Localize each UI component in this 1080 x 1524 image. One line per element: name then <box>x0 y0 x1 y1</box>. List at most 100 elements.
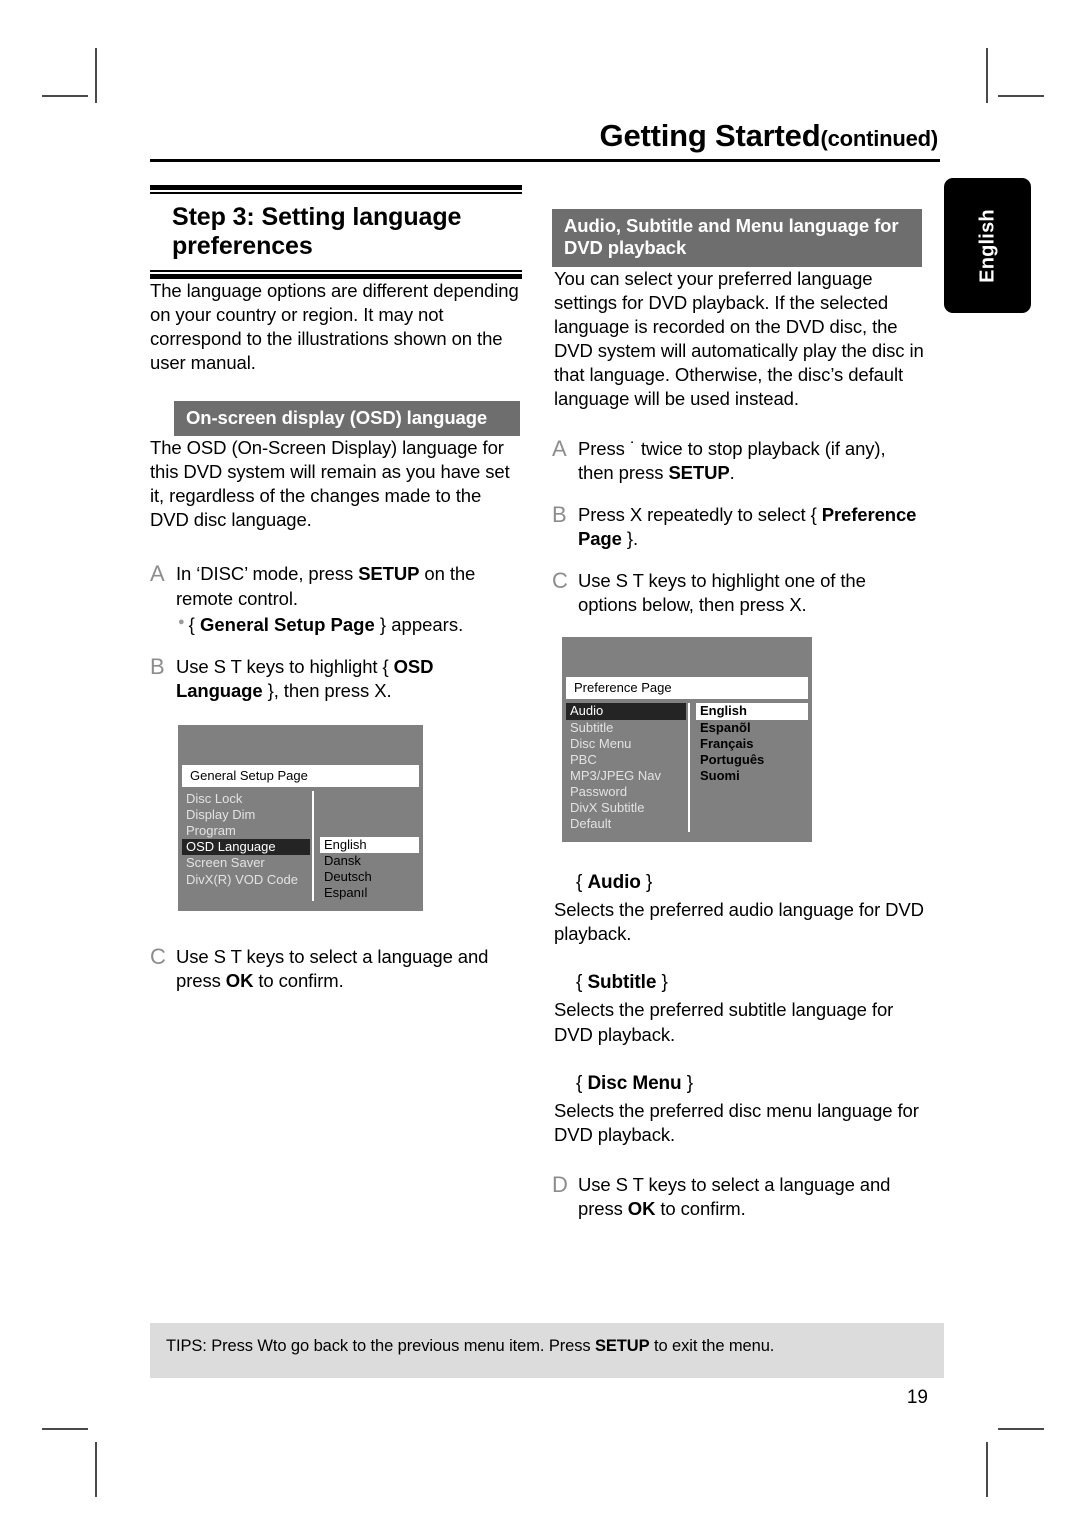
crop-mark-top-left-horizontal <box>42 95 88 97</box>
osd-menu-item[interactable]: Password <box>566 784 686 800</box>
osd-title-general: General Setup Page <box>182 764 419 787</box>
right-step-b-text-2: }. <box>621 528 638 550</box>
osd-menu-item[interactable]: Subtitle <box>566 720 686 736</box>
osd-title-preference: Preference Page <box>566 677 808 700</box>
definition-disc-menu-bold: Disc Menu <box>587 1072 682 1094</box>
osd-body-general: Disc Lock Display Dim Program OSD Langua… <box>178 787 423 911</box>
tips-text-1: Press Wto go back to the previous menu i… <box>206 1337 595 1355</box>
osd-language-section-bar: On-screen display (OSD) language <box>174 400 520 437</box>
osd-menu-item[interactable]: MP3/JPEG Nav <box>566 768 686 784</box>
definition-audio-term: { Audio } <box>552 872 924 894</box>
osd-menu-item[interactable]: DivX Subtitle <box>566 800 686 816</box>
bullet-icon: ● <box>178 615 185 628</box>
osd-menu-list-general: Disc Lock Display Dim Program OSD Langua… <box>182 790 314 902</box>
osd-menu-item-selected[interactable]: Audio <box>566 703 686 720</box>
osd-menu-item[interactable]: PBC <box>566 752 686 768</box>
osd-option-highlighted[interactable]: English <box>320 836 419 854</box>
right-step-b: B Press X repeatedly to select { Prefere… <box>552 502 924 551</box>
right-step-c: C Use S T keys to highlight one of the o… <box>552 568 924 617</box>
left-step-c-text-2: to confirm. <box>253 970 344 992</box>
language-side-tab-label: English <box>976 208 998 283</box>
crop-mark-bottom-right-vertical <box>986 1442 988 1497</box>
right-step-d-bold: OK <box>627 1197 656 1219</box>
osd-menu-item[interactable]: Display Dim <box>182 807 310 823</box>
left-intro-paragraph: The language options are different depen… <box>150 279 519 373</box>
right-step-a-letter: A <box>552 435 567 461</box>
definition-subtitle-bold: Subtitle <box>587 972 657 994</box>
left-step-b-letter: B <box>150 653 165 679</box>
definition-disc-menu-desc: Selects the preferred disc menu language… <box>554 1099 919 1145</box>
left-step-b-text-1: Use S T keys to highlight { <box>176 655 394 677</box>
right-step-d-text: Use S T keys to select a language and pr… <box>578 1173 924 1221</box>
osd-language-intro-paragraph: The OSD (On-Screen Display) language for… <box>150 437 510 531</box>
osd-option[interactable]: Français <box>696 736 808 752</box>
left-step-a-letter: A <box>150 561 165 587</box>
right-step-d: D Use S T keys to select a language and … <box>552 1172 924 1221</box>
definition-disc-menu-open: { <box>576 1072 588 1094</box>
osd-option[interactable]: Deutsch <box>320 869 419 885</box>
osd-option[interactable]: Português <box>696 752 808 768</box>
crop-mark-bottom-right-horizontal <box>998 1428 1044 1430</box>
osd-option-list-preference: English Espanõl Français Português Suomi <box>690 703 808 832</box>
osd-menu-item[interactable]: DivX(R) VOD Code <box>182 872 310 888</box>
osd-menu-item[interactable]: Disc Lock <box>182 791 310 807</box>
right-column: Audio, Subtitle and Menu language for DV… <box>552 185 924 1221</box>
left-step-a-text-1: In ‘DISC’ mode, press <box>176 563 359 585</box>
crop-mark-bottom-left-vertical <box>95 1442 97 1497</box>
running-head-title: Getting Started <box>599 118 821 153</box>
right-step-c-letter: C <box>552 568 568 594</box>
crop-mark-bottom-left-horizontal <box>42 1428 88 1430</box>
osd-menu-item-selected[interactable]: OSD Language <box>182 839 310 856</box>
osd-option[interactable]: Suomi <box>696 768 808 784</box>
right-step-b-text-1: Press X repeatedly to select { <box>578 504 822 526</box>
left-step-b: B Use S T keys to highlight { OSD Langua… <box>150 653 522 703</box>
tips-label: TIPS: <box>166 1337 207 1355</box>
definition-subtitle-desc: Selects the preferred subtitle language … <box>554 999 894 1045</box>
osd-option-list-general: English Dansk Deutsch Espanıl <box>314 791 419 901</box>
osd-option[interactable]: Espanõl <box>696 720 808 736</box>
osd-option[interactable]: Dansk <box>320 853 419 869</box>
left-step-c-bold: OK <box>225 970 254 992</box>
page-content: Getting Started(continued) Step 3: Setti… <box>150 118 940 1420</box>
osd-menu-item[interactable]: Program <box>182 823 310 839</box>
definition-audio-close: } <box>640 872 653 894</box>
osd-top-area-general <box>178 725 423 765</box>
right-intro-paragraph: You can select your preferred language s… <box>554 267 924 409</box>
right-step-a-bold: SETUP <box>668 462 730 483</box>
definition-disc-menu-close: } <box>681 1072 693 1094</box>
definition-audio-desc: Selects the preferred audio language for… <box>554 899 924 945</box>
osd-menu-item[interactable]: Default <box>566 816 686 832</box>
left-step-c-letter: C <box>150 944 166 970</box>
crop-mark-top-right-horizontal <box>998 95 1044 97</box>
osd-option-highlighted[interactable]: English <box>696 703 808 720</box>
osd-body-preference: Audio Subtitle Disc Menu PBC MP3/JPEG Na… <box>562 699 812 842</box>
left-step-c-text: Use S T keys to select a language and pr… <box>176 945 522 993</box>
two-column-layout: Step 3: Setting language preferences The… <box>150 184 940 1221</box>
right-step-b-text: Press X repeatedly to select { Preferenc… <box>578 503 924 551</box>
tips-footer: TIPS: Press Wto go back to the previous … <box>150 1323 944 1378</box>
left-step-a-note-close: } appears. <box>374 613 464 635</box>
step-heading-rule-bottom-thin <box>150 269 522 272</box>
osd-option[interactable]: Espanıl <box>320 885 419 901</box>
right-step-a-text-2: . <box>729 462 735 483</box>
audio-subtitle-menu-section-bar: Audio, Subtitle and Menu language for DV… <box>552 208 922 267</box>
osd-option-spacer <box>320 791 419 837</box>
left-step-a-bold: SETUP <box>358 563 420 585</box>
step-heading-rule-top-thick <box>150 184 522 190</box>
definition-subtitle-close: } <box>656 972 668 994</box>
osd-menu-item[interactable]: Screen Saver <box>182 855 310 871</box>
running-head-continued: (continued) <box>820 126 938 151</box>
crop-mark-top-left-vertical <box>95 48 97 103</box>
osd-menu-item[interactable]: Disc Menu <box>566 736 686 752</box>
osd-menu-list-preference: Audio Subtitle Disc Menu PBC MP3/JPEG Na… <box>566 703 690 833</box>
left-step-a-text: In ‘DISC’ mode, press SETUP on the remot… <box>176 562 522 610</box>
left-step-b-text-2: }, then press X. <box>262 679 392 701</box>
left-step-a-note: ●{ General Setup Page } appears. <box>150 613 522 637</box>
step-3-heading: Step 3: Setting language preferences <box>172 202 462 261</box>
general-setup-page-screenshot: General Setup Page Disc Lock Display Dim… <box>178 724 423 912</box>
definition-subtitle-term: { Subtitle } <box>552 972 924 994</box>
osd-top-area-preference <box>562 637 812 677</box>
left-step-c: C Use S T keys to select a language and … <box>150 945 522 993</box>
running-head-rule <box>150 158 940 162</box>
right-step-a-text: Press ˙ twice to stop playback (if any),… <box>578 437 924 485</box>
